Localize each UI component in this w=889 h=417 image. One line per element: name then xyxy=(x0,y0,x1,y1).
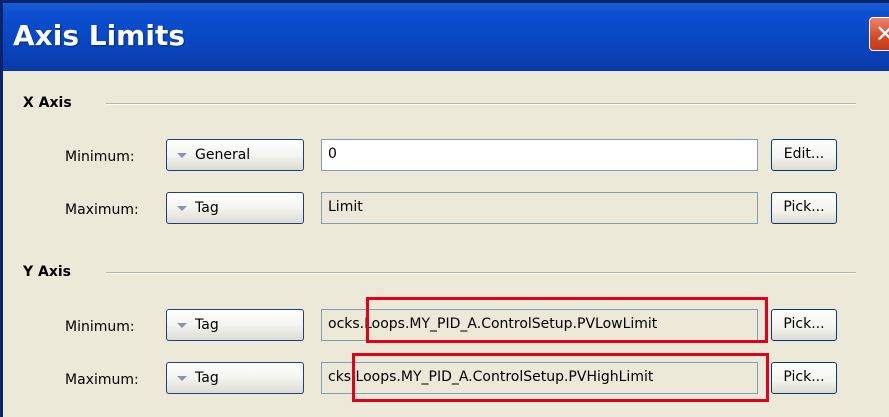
y-minimum-input[interactable]: ocks.Loops.MY_PID_A.ControlSetup.PVLowLi… xyxy=(321,309,758,341)
x-maximum-type-dropdown[interactable]: Tag xyxy=(166,192,304,224)
x-maximum-pick-button[interactable]: Pick... xyxy=(771,192,837,224)
y-axis-group-title: Y Axis xyxy=(23,264,72,280)
y-maximum-pick-label: Pick... xyxy=(783,369,825,385)
y-minimum-label: Minimum: xyxy=(65,319,135,335)
x-minimum-value: 0 xyxy=(328,146,337,162)
dialog-title: Axis Limits xyxy=(13,19,186,52)
y-minimum-type-value: Tag xyxy=(195,317,219,333)
y-maximum-type-value: Tag xyxy=(195,370,219,386)
close-button[interactable]: ✕ xyxy=(869,17,889,51)
y-maximum-label: Maximum: xyxy=(65,372,139,388)
x-minimum-type-dropdown[interactable]: General xyxy=(166,139,304,171)
y-minimum-pick-button[interactable]: Pick... xyxy=(771,309,837,341)
x-axis-group-title: X Axis xyxy=(23,95,72,111)
x-maximum-pick-label: Pick... xyxy=(783,199,825,215)
x-minimum-edit-button[interactable]: Edit... xyxy=(771,139,837,171)
x-maximum-input[interactable]: Limit xyxy=(321,192,758,224)
y-axis-group-divider xyxy=(106,272,856,274)
y-maximum-pick-button[interactable]: Pick... xyxy=(771,362,837,394)
chevron-down-icon xyxy=(177,323,187,328)
axis-limits-dialog: Axis Limits ✕ X Axis Minimum: General 0 … xyxy=(0,0,889,417)
x-maximum-label: Maximum: xyxy=(65,202,139,218)
close-icon: ✕ xyxy=(875,20,889,48)
title-bar[interactable]: Axis Limits xyxy=(3,3,889,71)
y-maximum-value: cks.Loops.MY_PID_A.ControlSetup.PVHighLi… xyxy=(328,369,654,385)
x-minimum-input[interactable]: 0 xyxy=(321,139,758,171)
y-minimum-type-dropdown[interactable]: Tag xyxy=(166,309,304,341)
y-maximum-type-dropdown[interactable]: Tag xyxy=(166,362,304,394)
chevron-down-icon xyxy=(177,376,187,381)
x-maximum-type-value: Tag xyxy=(195,200,219,216)
chevron-down-icon xyxy=(177,153,187,158)
y-minimum-pick-label: Pick... xyxy=(783,316,825,332)
x-minimum-edit-label: Edit... xyxy=(783,146,825,162)
x-minimum-type-value: General xyxy=(195,147,251,163)
x-maximum-value: Limit xyxy=(328,199,363,215)
y-maximum-input[interactable]: cks.Loops.MY_PID_A.ControlSetup.PVHighLi… xyxy=(321,362,758,394)
chevron-down-icon xyxy=(177,206,187,211)
y-minimum-value: ocks.Loops.MY_PID_A.ControlSetup.PVLowLi… xyxy=(328,316,658,332)
x-axis-group-divider xyxy=(106,103,856,105)
x-minimum-label: Minimum: xyxy=(65,149,135,165)
